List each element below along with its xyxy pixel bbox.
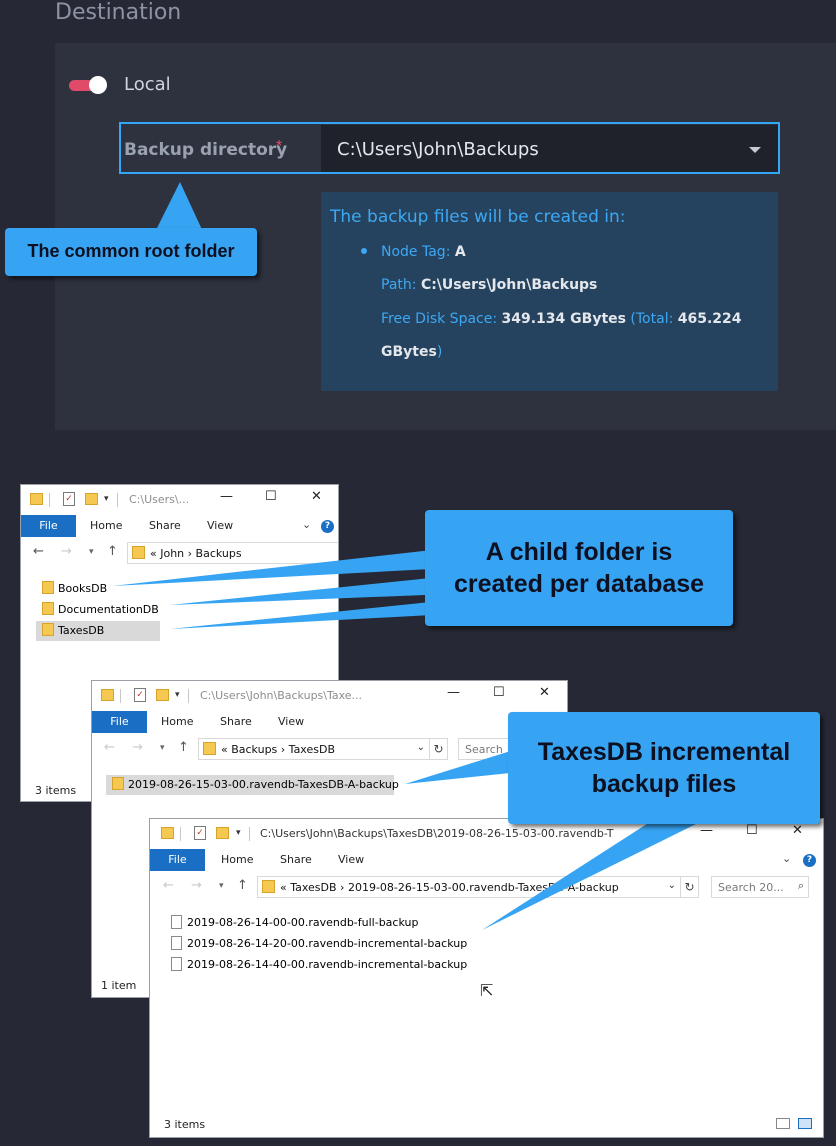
callout-taxesdb-files: TaxesDB incremental backup files	[508, 712, 820, 824]
callout-line: created per database	[453, 570, 705, 598]
callout-child-folder: A child folder is created per database	[425, 510, 733, 626]
child-pointer-taxesdb	[170, 600, 450, 629]
callout-root-folder: The common root folder	[5, 228, 257, 276]
callout-line: backup files	[591, 770, 737, 798]
callout-line: A child folder is	[485, 538, 673, 566]
taxes-pointer	[405, 748, 520, 784]
child-pointer-booksdb	[112, 548, 450, 586]
taxes-pointer-files	[482, 822, 700, 930]
root-callout-pointer	[154, 182, 204, 234]
callout-line: TaxesDB incremental	[537, 738, 791, 766]
